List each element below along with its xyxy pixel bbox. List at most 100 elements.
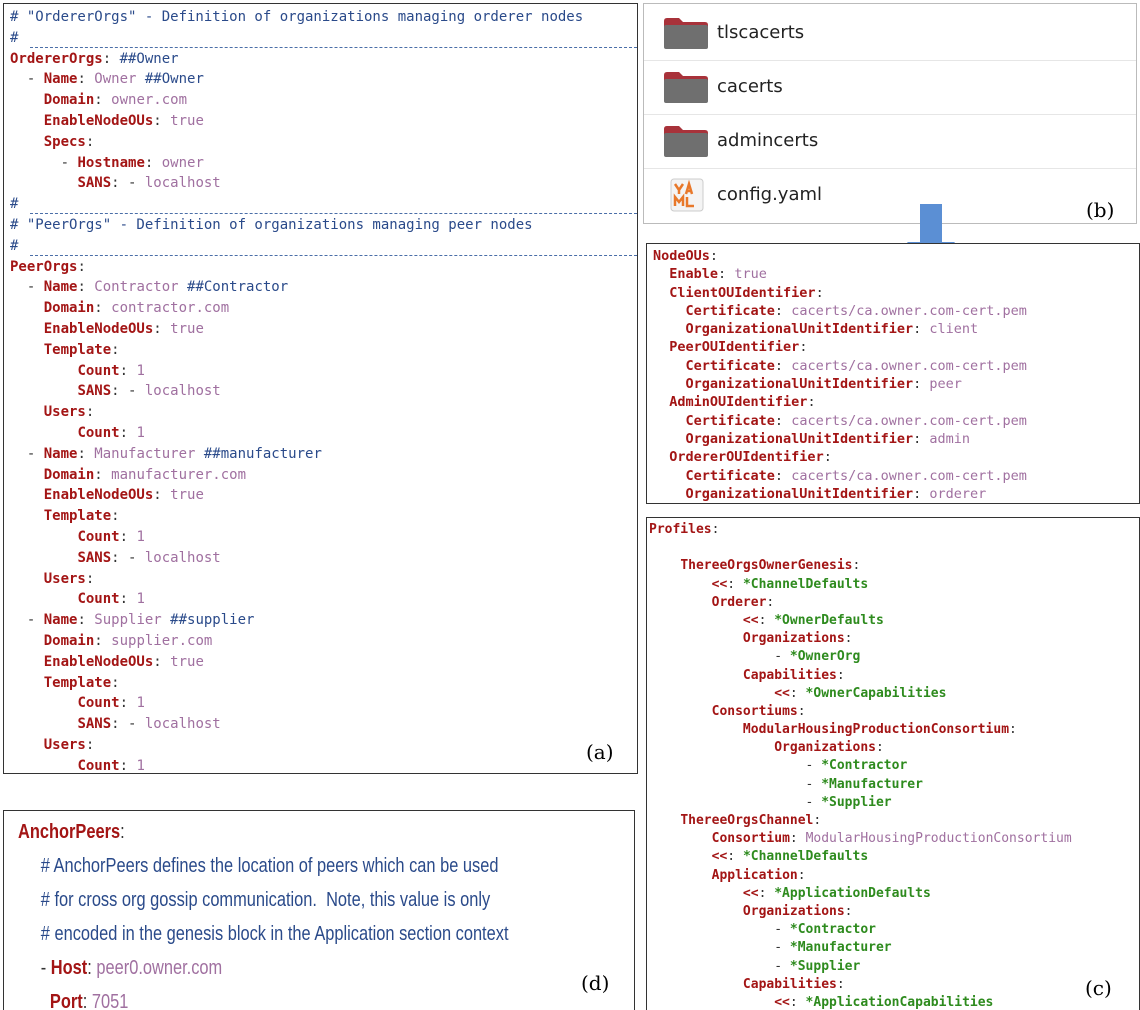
code-token: Template [43,674,112,691]
code-line: EnableNodeOUs: true [10,485,583,506]
code-token: contractor.com [111,300,230,317]
code-line: - *Manufacturer [649,939,1072,957]
code-token: true [734,266,767,283]
code-token: : [797,703,806,719]
code-token: - [10,612,44,629]
code-token: ThereeOrgsChannel [680,813,814,828]
code-line: PeerOrgs: [10,257,583,278]
file-item[interactable]: tlscacerts [644,6,1136,60]
code-line: SANS: - localhost [10,381,583,402]
code-token: Capabilities [742,667,837,683]
file-item[interactable]: cacerts [644,60,1136,114]
code-token: true [170,487,204,504]
code-token: OrganizationalUnitIdentifier [685,430,914,447]
code-token: : [77,258,86,275]
code-line: AdminOUIdentifier: [653,393,1027,411]
code-token: : [711,522,720,537]
code-line: Count: 1 [10,589,583,610]
folder-icon [664,18,708,49]
code-line: - *OwnerOrg [649,648,1072,666]
code-line: <<: *ApplicationDefaults [649,885,1072,903]
code-token: Domain [43,466,95,483]
code-token: AdminOUIdentifier [669,394,808,411]
code-token: cacerts/ca.owner.com-cert.pem [791,357,1027,374]
code-token: *ChannelDefaults [742,849,869,865]
code-token: : [727,849,743,865]
code-token: - [649,649,790,665]
code-token: Name [43,279,78,296]
code-line: Domain: manufacturer.com [10,465,583,486]
file-name: tlscacerts [717,22,805,43]
code-line: Count: 1 [10,361,583,382]
code-line: Users: [10,735,583,756]
code-token: Certificate [685,357,775,374]
code-token: : [85,404,95,421]
code-line: Domain: contractor.com [10,298,583,319]
code-token: Consortium [711,831,790,847]
code-token: ##Owner [119,50,179,67]
code-token: SANS [77,716,112,733]
file-item[interactable]: config.yaml [644,168,1136,222]
code-token: *Supplier [789,958,861,974]
code-token: : [153,487,171,504]
code-token: # "PeerOrgs" - Definition of organizatio… [10,216,533,233]
code-token: : [913,430,930,447]
code-token: Certificate [685,412,775,429]
code-token: Count [77,362,120,379]
code-token: : [144,154,162,171]
code-token: Count [77,424,120,441]
file-name: admincerts [717,130,819,151]
code-line: - Name: Supplier ##supplier [10,610,583,631]
code-token: client [929,321,979,338]
code-token: : [836,976,845,992]
code-line: Count: 1 [10,693,583,714]
code-line: AnchorPeers: [18,815,509,849]
code-line: Template: [10,673,583,694]
profiles-code: Profiles: ThereeOrgsOwnerGenesis: <<: *C… [649,521,1072,1010]
code-token: : [774,302,792,319]
code-line: ThereeOrgsOwnerGenesis: [649,557,1072,575]
code-token: Organizations [774,740,876,756]
code-line: <<: *ChannelDefaults [649,848,1072,866]
file-name: cacerts [717,76,783,97]
code-line: NodeOUs: [653,247,1027,265]
code-token: owner [161,154,204,171]
code-line: # for cross org gossip communication. No… [18,883,509,917]
code-token: OrganizationalUnitIdentifier [685,376,914,393]
crypto-config-code: # "OrdererOrgs" - Definition of organiza… [10,7,583,773]
code-line: Count: 1 [10,423,583,444]
code-token: : [94,92,112,109]
code-token: *OwnerCapabilities [805,685,947,701]
code-token: : [852,558,861,574]
code-token: Template [43,508,112,525]
code-line: OrdererOUIdentifier: [653,448,1027,466]
code-line: Capabilities: [649,667,1072,685]
anchor-peers-code: AnchorPeers: # AnchorPeers defines the l… [18,815,616,1010]
code-token: # [10,196,27,213]
code-token: Port [49,991,83,1010]
code-token: cacerts/ca.owner.com-cert.pem [791,412,1027,429]
code-token: : [77,612,95,629]
code-token: : [85,133,95,150]
code-token: ModularHousingProductionConsortium [805,831,1072,847]
code-token: owner.com [111,92,188,109]
code-token: : [813,813,822,828]
file-item[interactable]: admincerts [644,114,1136,168]
code-token: : [119,528,137,545]
code-token: peer [929,376,962,393]
code-line: <<: *OwnerDefaults [649,612,1072,630]
code-line: Certificate: cacerts/ca.owner.com-cert.p… [653,467,1027,485]
